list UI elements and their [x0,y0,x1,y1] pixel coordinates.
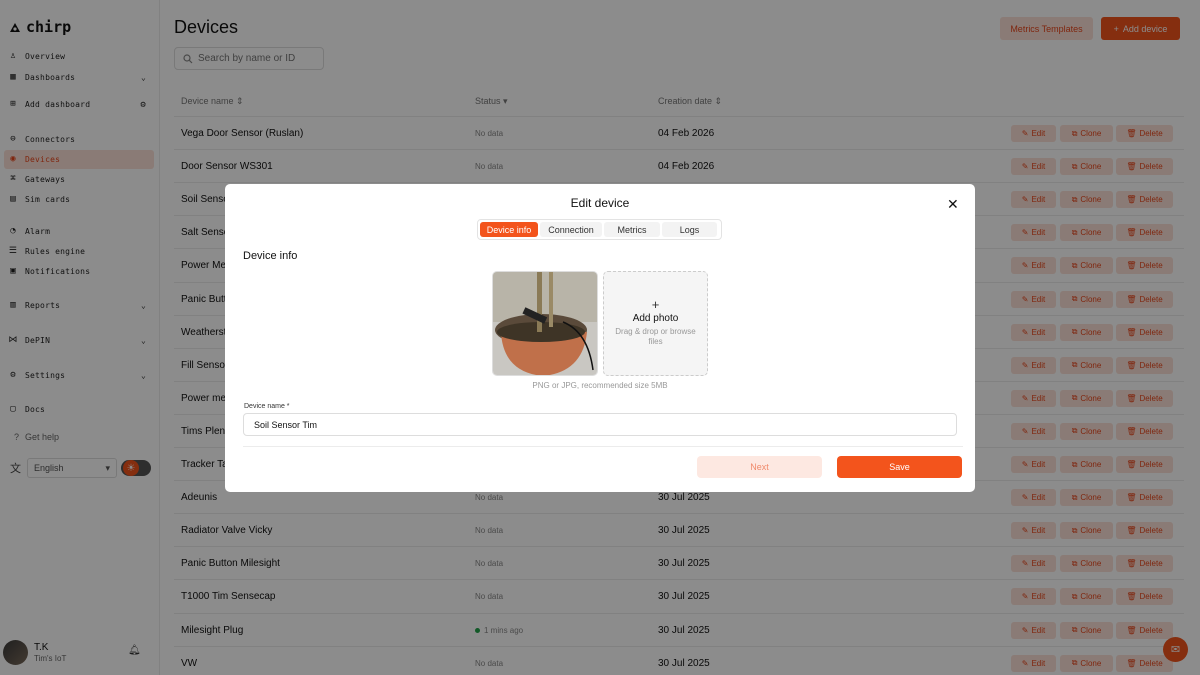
modal-tabs: Device info Connection Metrics Logs [477,219,722,240]
tab-metrics[interactable]: Metrics [604,222,660,237]
device-name-field[interactable]: Soil Sensor Tim [243,413,957,436]
device-photo[interactable] [492,271,598,376]
section-title: Device info [243,250,298,262]
add-photo-title: Add photo [632,313,679,324]
close-icon[interactable]: ✕ [947,196,959,213]
add-photo-hint: Drag & drop or browse files [615,327,696,346]
tab-device-info[interactable]: Device info [480,222,538,237]
device-name-label: Device name * [244,403,290,410]
modal-title: Edit device [570,196,630,210]
divider [243,446,963,447]
photo-format-hint: PNG or JPG, recommended size 5MB [532,381,668,390]
next-button[interactable]: Next [697,456,822,478]
add-photo-dropzone[interactable]: + Add photo Drag & drop or browse files [603,271,708,376]
save-button[interactable]: Save [837,456,962,478]
tab-logs[interactable]: Logs [662,222,717,237]
edit-device-modal: Edit device ✕ Device info Connection Met… [225,184,975,492]
plus-icon: + [651,297,660,312]
device-photo-image [493,272,597,375]
tab-connection[interactable]: Connection [540,222,602,237]
